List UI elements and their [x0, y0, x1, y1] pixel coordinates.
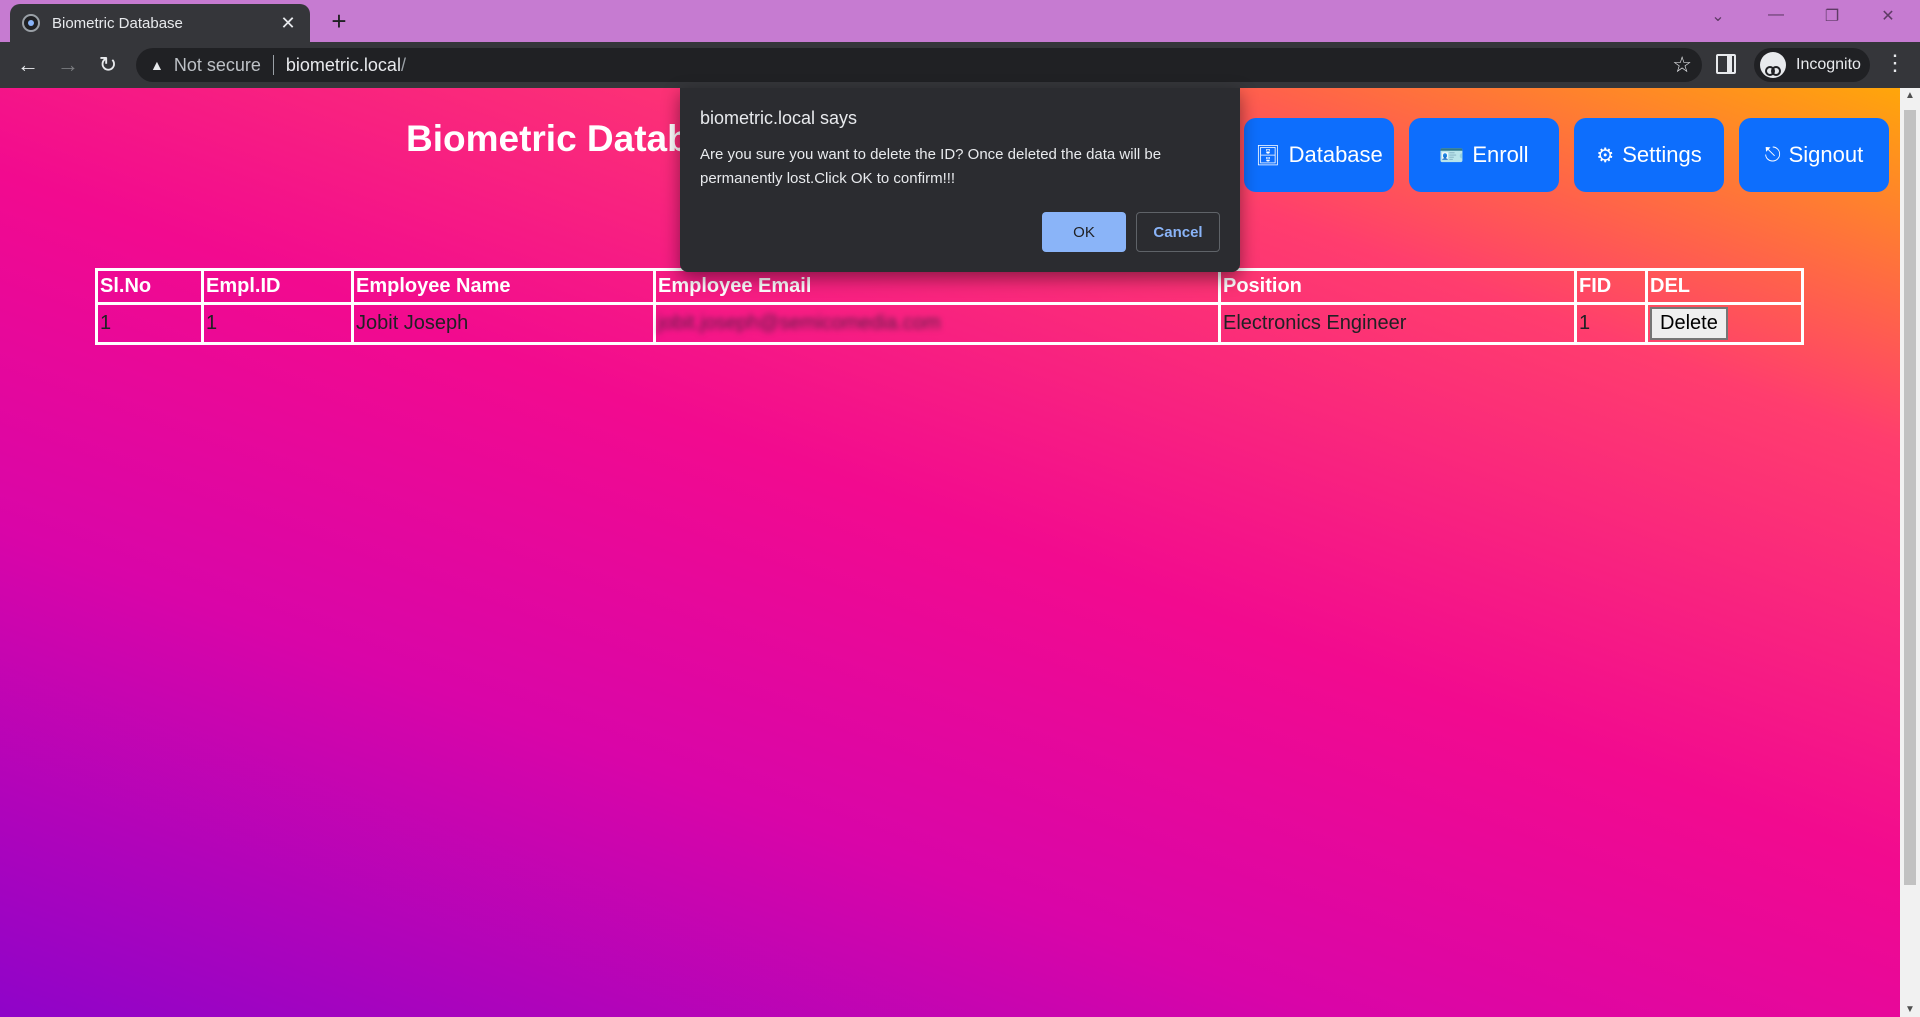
- forward-arrow-icon[interactable]: →: [48, 52, 88, 78]
- tab-close-icon[interactable]: ✕: [278, 13, 298, 34]
- table-row: 1 1 Jobit Joseph jobit.joseph@semicomedi…: [95, 302, 1804, 345]
- id-card-icon: 🪪: [1439, 144, 1465, 167]
- restore-icon[interactable]: ❐: [1812, 6, 1852, 26]
- cell-empl-id: 1: [201, 302, 354, 345]
- cell-employee-name: Jobit Joseph: [351, 302, 656, 345]
- reload-icon[interactable]: ↻: [88, 52, 128, 78]
- database-button[interactable]: 🗄 Database: [1244, 118, 1394, 192]
- col-header-sl-no: Sl.No: [95, 268, 204, 305]
- url-host: biometric.local: [285, 54, 401, 75]
- settings-label: Settings: [1622, 142, 1702, 167]
- enroll-button[interactable]: 🪪 Enroll: [1409, 118, 1559, 192]
- ok-button[interactable]: OK: [1042, 212, 1126, 252]
- cell-del: Delete: [1645, 302, 1804, 345]
- side-panel-icon[interactable]: [1716, 54, 1736, 74]
- new-tab-button[interactable]: +: [324, 6, 354, 37]
- table-header-row: Sl.No Empl.ID Employee Name Employee Ema…: [95, 268, 1804, 305]
- sign-out-icon: ⎋: [1764, 143, 1781, 166]
- cell-position: Electronics Engineer: [1218, 302, 1577, 345]
- col-header-position: Position: [1218, 268, 1577, 305]
- enroll-label: Enroll: [1472, 142, 1529, 167]
- dialog-message: Are you sure you want to delete the ID? …: [700, 146, 1162, 187]
- incognito-label: Incognito: [1796, 56, 1861, 73]
- cancel-button[interactable]: Cancel: [1136, 212, 1220, 252]
- col-header-employee-email: Employee Email: [653, 268, 1221, 305]
- scroll-up-arrow-icon[interactable]: ▲: [1900, 90, 1920, 101]
- browser-toolbar: ← → ↻ ▲ Not secure biometric.local/ ☆ In…: [0, 42, 1920, 88]
- settings-button[interactable]: ⚙ Settings: [1574, 118, 1724, 192]
- employee-table: Sl.No Empl.ID Employee Name Employee Ema…: [95, 268, 1804, 345]
- close-window-icon[interactable]: ✕: [1868, 6, 1908, 26]
- browser-menu-icon[interactable]: ⋮: [1880, 50, 1910, 76]
- minimize-icon[interactable]: —: [1756, 6, 1796, 24]
- dialog-title: biometric.local says: [700, 108, 858, 128]
- col-header-del: DEL: [1645, 268, 1804, 305]
- page-scrollbar[interactable]: ▲ ▼: [1900, 88, 1920, 1017]
- bookmark-star-icon[interactable]: ☆: [1672, 52, 1692, 78]
- signout-button[interactable]: ⎋ Signout: [1739, 118, 1889, 192]
- database-icon: 🗄: [1255, 144, 1281, 167]
- url-path: /: [400, 54, 406, 75]
- database-label: Database: [1288, 142, 1383, 167]
- col-header-employee-name: Employee Name: [351, 268, 656, 305]
- cell-sl-no: 1: [95, 302, 204, 345]
- back-arrow-icon[interactable]: ←: [8, 52, 48, 78]
- incognito-badge[interactable]: Incognito: [1754, 48, 1870, 82]
- scroll-thumb[interactable]: [1904, 110, 1916, 885]
- delete-button[interactable]: Delete: [1650, 307, 1728, 340]
- email-text: jobit.joseph@semicomedia.com: [658, 312, 941, 334]
- warning-triangle-icon: ▲: [150, 57, 164, 73]
- address-bar[interactable]: ▲ Not secure biometric.local/ ☆: [136, 48, 1702, 82]
- scroll-down-arrow-icon[interactable]: ▼: [1900, 1004, 1920, 1015]
- tab-title: Biometric Database: [52, 14, 183, 32]
- not-secure-label: Not secure: [173, 54, 261, 75]
- dialog-buttons: OK Cancel: [1042, 212, 1220, 252]
- cell-employee-email: jobit.joseph@semicomedia.com: [653, 302, 1221, 345]
- gears-icon: ⚙: [1596, 144, 1615, 167]
- tab-search-icon[interactable]: ⌄: [1698, 6, 1738, 26]
- confirm-dialog: biometric.local says Are you sure you wa…: [680, 88, 1240, 272]
- url-text: biometric.local/: [286, 55, 406, 76]
- browser-tab-bar: Biometric Database ✕ + ⌄ — ❐ ✕: [0, 0, 1920, 42]
- signout-label: Signout: [1788, 142, 1864, 167]
- site-favicon-icon: [22, 14, 40, 32]
- col-header-empl-id: Empl.ID: [201, 268, 354, 305]
- divider: [272, 55, 274, 75]
- col-header-fid: FID: [1574, 268, 1648, 305]
- cell-fid: 1: [1574, 302, 1648, 345]
- main-nav: 🗄 Database 🪪 Enroll ⚙ Settings ⎋ Signout: [1244, 118, 1889, 192]
- incognito-icon: [1760, 52, 1786, 78]
- browser-tab[interactable]: Biometric Database ✕: [10, 4, 310, 42]
